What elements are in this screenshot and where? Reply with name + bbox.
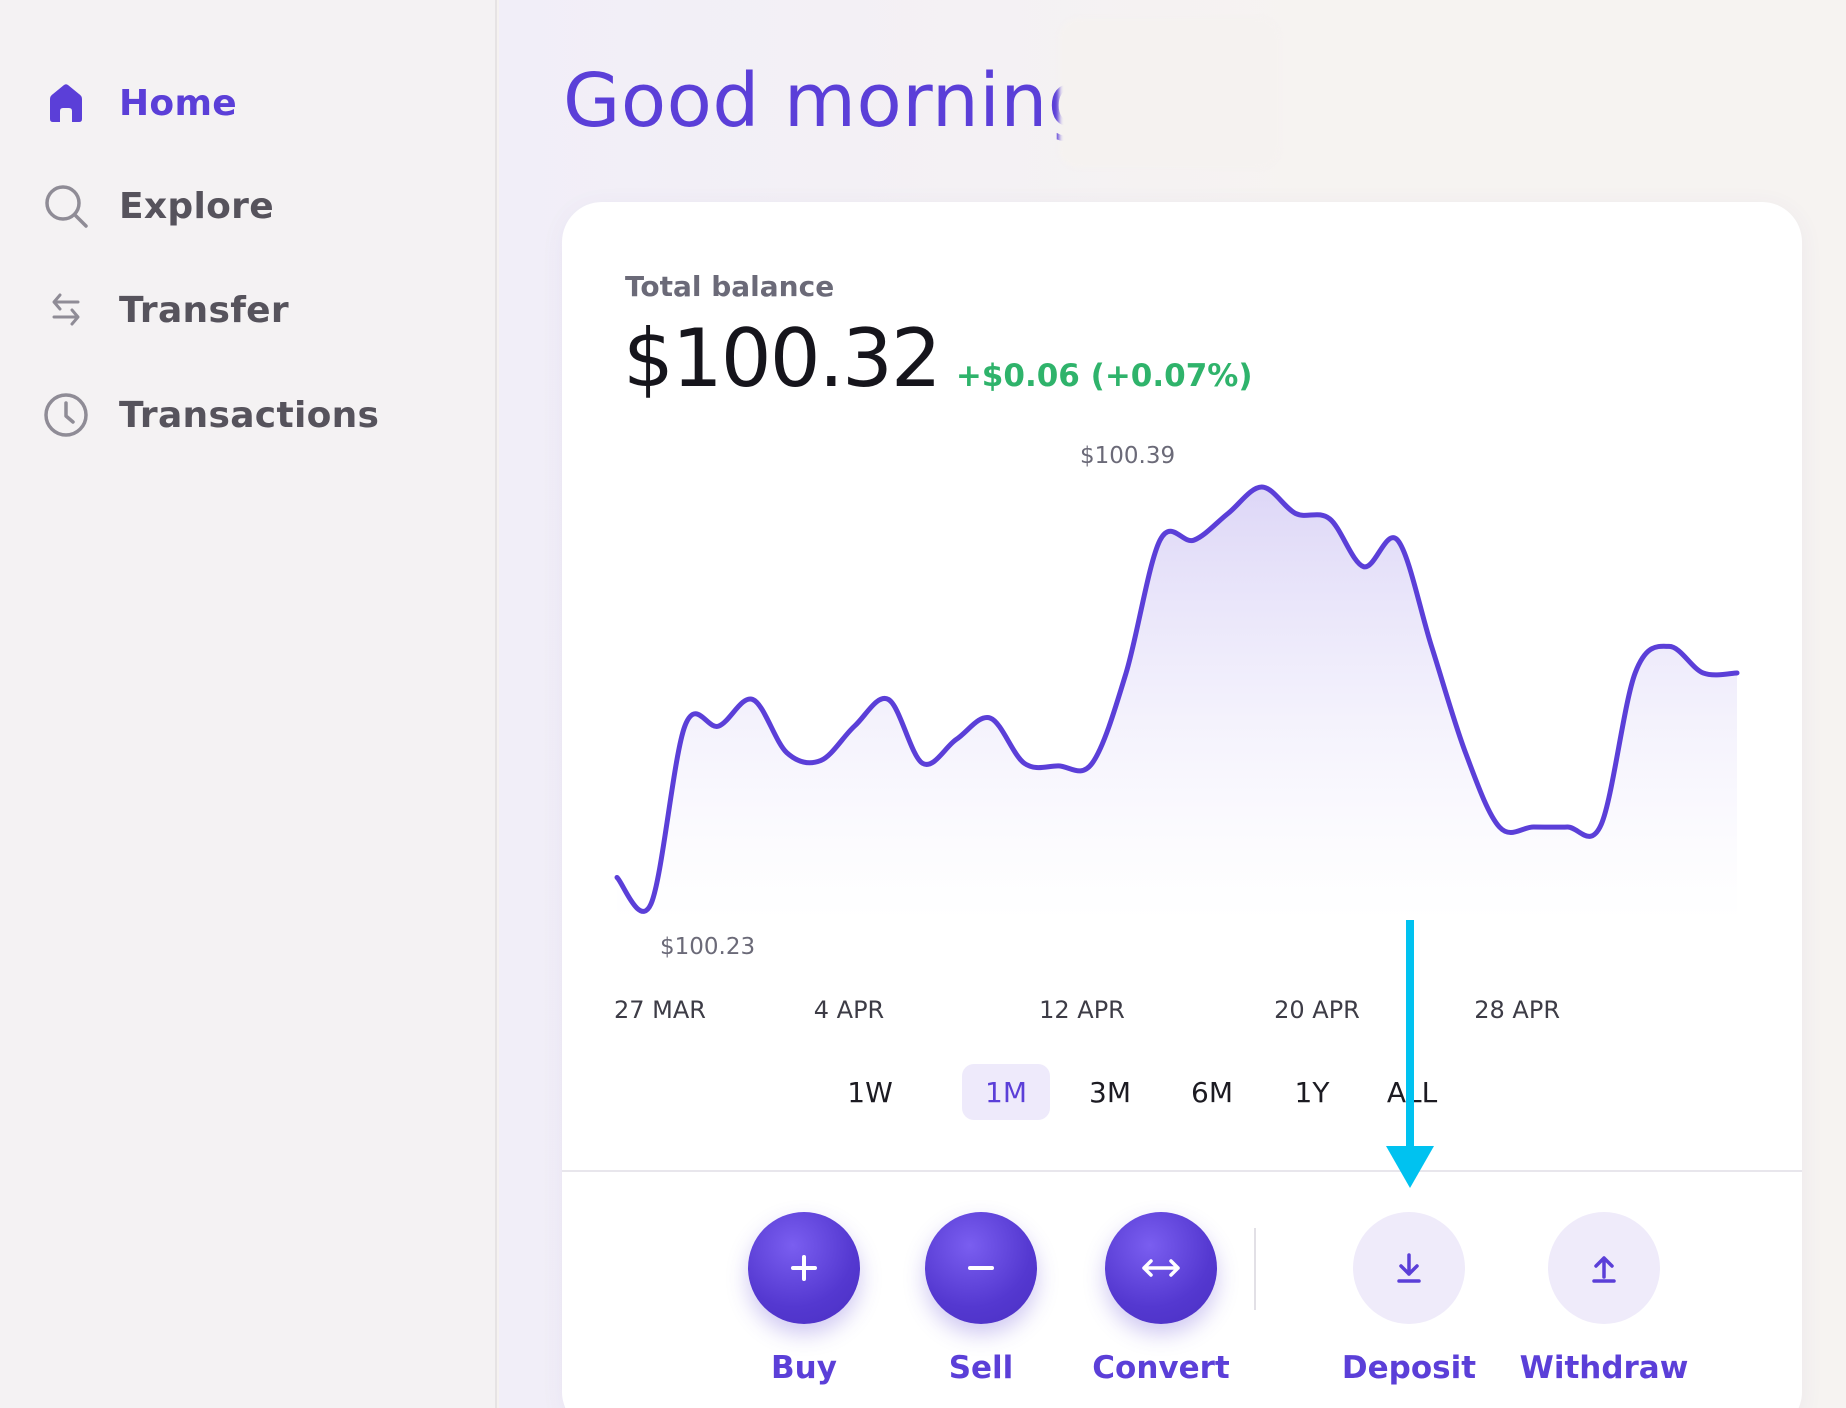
plus-icon <box>748 1212 860 1324</box>
range-tab-1m[interactable]: 1M <box>962 1064 1050 1120</box>
range-selector: 1W1M3M6M1YALL <box>562 1064 1802 1122</box>
range-tab-6m[interactable]: 6M <box>1168 1064 1256 1120</box>
sidebar-item-label: Transactions <box>119 394 380 436</box>
sidebar: Home Explore Transfer Transactions <box>0 0 497 1408</box>
deposit-label: Deposit <box>1341 1350 1477 1386</box>
sell-button[interactable]: Sell <box>891 1212 1071 1386</box>
sidebar-item-explore[interactable]: Explore <box>42 176 442 236</box>
sidebar-item-label: Home <box>119 82 237 124</box>
deposit-button[interactable]: Deposit <box>1319 1212 1499 1386</box>
buy-button[interactable]: Buy <box>714 1212 894 1386</box>
range-tab-3m[interactable]: 3M <box>1066 1064 1154 1120</box>
balance-chart[interactable]: $100.39 $100.23 27 MAR 4 APR 12 APR 20 APR 2… <box>562 202 1802 1202</box>
convert-button[interactable]: Convert <box>1071 1212 1251 1386</box>
annotation-arrow <box>1386 920 1434 1188</box>
x-tick-label: 4 APR <box>814 996 884 1024</box>
x-tick-label: 27 MAR <box>614 996 706 1024</box>
withdraw-button[interactable]: Withdraw <box>1514 1212 1694 1386</box>
clock-icon <box>42 391 90 439</box>
convert-arrows-icon <box>1105 1212 1217 1324</box>
sidebar-item-transfer[interactable]: Transfer <box>42 280 442 340</box>
range-tab-1y[interactable]: 1Y <box>1268 1064 1356 1120</box>
divider <box>562 1170 1802 1172</box>
sidebar-item-transactions[interactable]: Transactions <box>42 385 442 445</box>
page-title: Good morning, <box>563 58 1120 144</box>
withdraw-label: Withdraw <box>1519 1350 1689 1386</box>
home-icon <box>42 79 90 127</box>
chart-area-fill <box>617 487 1737 922</box>
convert-label: Convert <box>1092 1350 1230 1386</box>
balance-card: Total balance $100.32 +$0.06 (+0.07%) $1… <box>562 202 1802 1408</box>
upload-icon <box>1548 1212 1660 1324</box>
minus-icon <box>925 1212 1037 1324</box>
sidebar-item-home[interactable]: Home <box>42 73 442 133</box>
search-icon <box>42 182 90 230</box>
chart-max-label: $100.39 <box>1080 443 1175 469</box>
download-icon <box>1353 1212 1465 1324</box>
x-tick-label: 12 APR <box>1039 996 1125 1024</box>
vertical-divider <box>1254 1228 1256 1310</box>
x-tick-label: 28 APR <box>1474 996 1560 1024</box>
sidebar-item-label: Transfer <box>119 289 289 331</box>
sidebar-item-label: Explore <box>119 185 274 227</box>
range-tab-1w[interactable]: 1W <box>826 1064 914 1120</box>
redacted-name <box>1059 18 1279 168</box>
buy-label: Buy <box>771 1350 837 1386</box>
main-content: Good morning, Total balance $100.32 +$0.… <box>499 0 1846 1408</box>
transfer-arrows-icon <box>42 286 90 334</box>
chart-min-label: $100.23 <box>660 934 755 960</box>
sell-label: Sell <box>948 1350 1014 1386</box>
x-tick-label: 20 APR <box>1274 996 1360 1024</box>
